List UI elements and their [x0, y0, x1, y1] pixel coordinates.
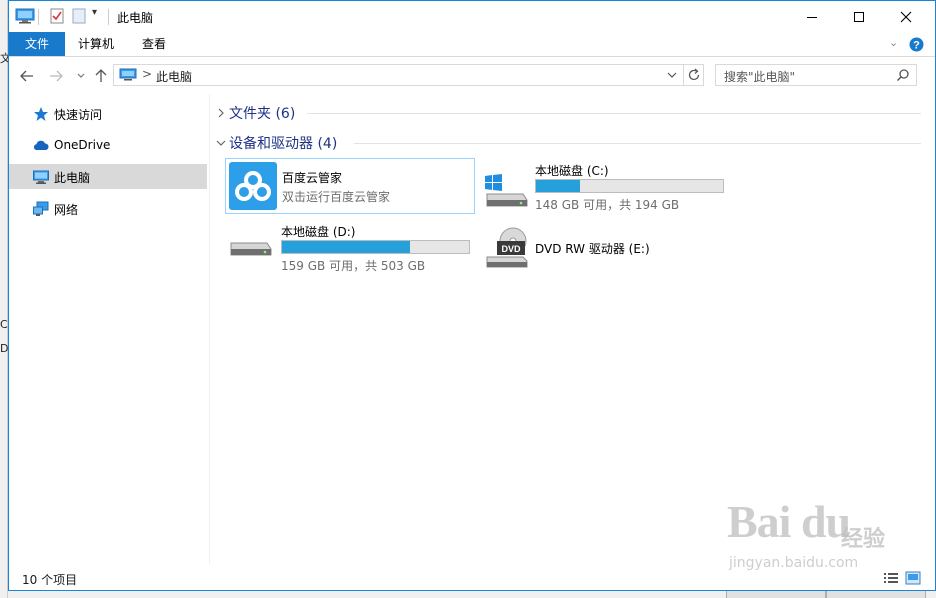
svg-text:DVD: DVD: [501, 244, 521, 254]
background-button: [826, 590, 926, 598]
sidebar-item-onedrive[interactable]: OneDrive: [9, 133, 207, 158]
device-name: 百度云管家: [282, 171, 343, 185]
pane-divider[interactable]: [209, 94, 210, 564]
drive-usage-bar: [535, 179, 724, 193]
maximize-icon: [854, 11, 864, 22]
up-arrow-icon: [95, 69, 107, 82]
forward-button[interactable]: [46, 66, 66, 86]
sidebar-item-label: 此电脑: [54, 171, 91, 185]
computer-icon: [33, 170, 49, 184]
title-bar: ▾ 此电脑: [9, 1, 935, 32]
group-header-devices[interactable]: 设备和驱动器 (4): [215, 133, 337, 153]
device-tile-baidu-cloud[interactable]: 百度云管家 双击运行百度云管家: [225, 158, 475, 214]
help-icon[interactable]: ?: [909, 37, 924, 52]
chevron-right-icon: [218, 108, 224, 118]
watermark-logo-text: Bai du: [727, 496, 851, 547]
dvd-drive-icon: DVD: [486, 227, 528, 268]
baidu-cloud-icon: [229, 162, 277, 210]
sidebar-item-network[interactable]: 网络: [9, 196, 207, 221]
divider: [683, 65, 684, 85]
device-name: 本地磁盘 (D:): [281, 225, 356, 239]
hard-drive-icon: [230, 242, 272, 256]
chevron-down-icon: [216, 140, 226, 146]
explorer-window: ▾ 此电脑 文件 计算机 查看 ⌄ ? > 此电脑 搜索"此电脑" 快速访问 O…: [8, 0, 936, 591]
windows-drive-icon: [485, 174, 528, 207]
star-icon: [34, 107, 48, 121]
tab-view[interactable]: 查看: [129, 32, 179, 56]
search-box[interactable]: 搜索"此电脑": [715, 64, 917, 86]
watermark-cn-text: 经验: [841, 527, 886, 552]
device-subtitle: 159 GB 可用，共 503 GB: [281, 259, 426, 273]
background-window-edge: 文 C: D:: [0, 0, 12, 598]
drive-usage-bar: [281, 240, 470, 254]
forward-arrow-icon: [50, 70, 63, 82]
svg-text:?: ?: [913, 40, 920, 52]
properties-icon[interactable]: [50, 8, 64, 24]
network-icon: [33, 201, 49, 216]
device-subtitle: 双击运行百度云管家: [282, 190, 391, 204]
device-subtitle: 148 GB 可用，共 194 GB: [535, 198, 680, 212]
device-tile-dvd-drive[interactable]: DVD DVD RW 驱动器 (E:): [481, 219, 731, 275]
cloud-icon: [33, 140, 49, 150]
customize-quick-access-icon[interactable]: ▾: [92, 7, 97, 18]
group-label: 设备和驱动器 (4): [229, 136, 338, 152]
new-folder-icon[interactable]: [72, 8, 86, 24]
sidebar-item-quick-access[interactable]: 快速访问: [9, 101, 207, 126]
background-button: [726, 590, 826, 598]
baidu-watermark: Bai du 经验 jingyan.baidu.com: [721, 495, 911, 575]
tab-computer[interactable]: 计算机: [65, 32, 127, 56]
breadcrumb-separator[interactable]: >: [142, 67, 152, 81]
background-window-bottom: [8, 590, 936, 598]
refresh-icon[interactable]: [687, 68, 701, 82]
window-title: 此电脑: [117, 11, 154, 25]
device-name: DVD RW 驱动器 (E:): [535, 242, 650, 256]
chevron-down-icon: [77, 73, 85, 78]
group-divider: [354, 143, 921, 144]
computer-icon: [119, 68, 137, 81]
chevron-down-icon[interactable]: [667, 72, 677, 79]
sidebar-item-label: 网络: [54, 203, 79, 217]
search-placeholder: 搜索"此电脑": [724, 70, 796, 84]
back-button[interactable]: [17, 66, 37, 86]
sidebar-item-label: 快速访问: [54, 108, 103, 122]
ribbon-tabs: 文件 计算机 查看 ⌄ ?: [9, 32, 935, 57]
recent-locations-button[interactable]: [71, 66, 91, 86]
sidebar-item-this-pc[interactable]: 此电脑: [9, 164, 207, 189]
expand-ribbon-icon[interactable]: ⌄: [889, 36, 898, 49]
group-header-folders[interactable]: 文件夹 (6): [215, 103, 295, 123]
breadcrumb-this-pc[interactable]: 此电脑: [156, 68, 192, 85]
divider: [108, 9, 109, 25]
close-icon: [900, 11, 912, 22]
sidebar-item-label: OneDrive: [54, 138, 111, 152]
device-tile-drive-c[interactable]: 本地磁盘 (C:) 148 GB 可用，共 194 GB: [481, 158, 731, 214]
navigation-pane: 快速访问 OneDrive 此电脑 网络: [9, 94, 209, 564]
device-tile-drive-d[interactable]: 本地磁盘 (D:) 159 GB 可用，共 503 GB: [225, 219, 475, 275]
close-button[interactable]: [883, 1, 929, 32]
maximize-button[interactable]: [836, 1, 882, 32]
address-bar[interactable]: > 此电脑: [113, 64, 704, 86]
group-divider: [307, 113, 921, 114]
computer-icon[interactable]: [15, 8, 35, 24]
status-bar: 10 个项目: [9, 566, 935, 590]
divider: [38, 9, 39, 25]
search-icon[interactable]: [896, 68, 910, 82]
tab-file[interactable]: 文件: [9, 32, 65, 56]
minimize-button[interactable]: [789, 1, 835, 32]
details-view-icon[interactable]: [883, 571, 899, 585]
up-button[interactable]: [91, 66, 111, 86]
device-name: 本地磁盘 (C:): [535, 164, 609, 178]
address-row: > 此电脑 搜索"此电脑": [9, 58, 935, 94]
item-count: 10 个项目: [22, 573, 78, 587]
back-arrow-icon: [20, 70, 33, 82]
group-label: 文件夹 (6): [229, 106, 296, 122]
large-icons-view-icon[interactable]: [905, 571, 921, 585]
minimize-icon: [807, 16, 817, 18]
drive-usage-fill: [282, 241, 410, 253]
drive-usage-fill: [536, 180, 581, 192]
